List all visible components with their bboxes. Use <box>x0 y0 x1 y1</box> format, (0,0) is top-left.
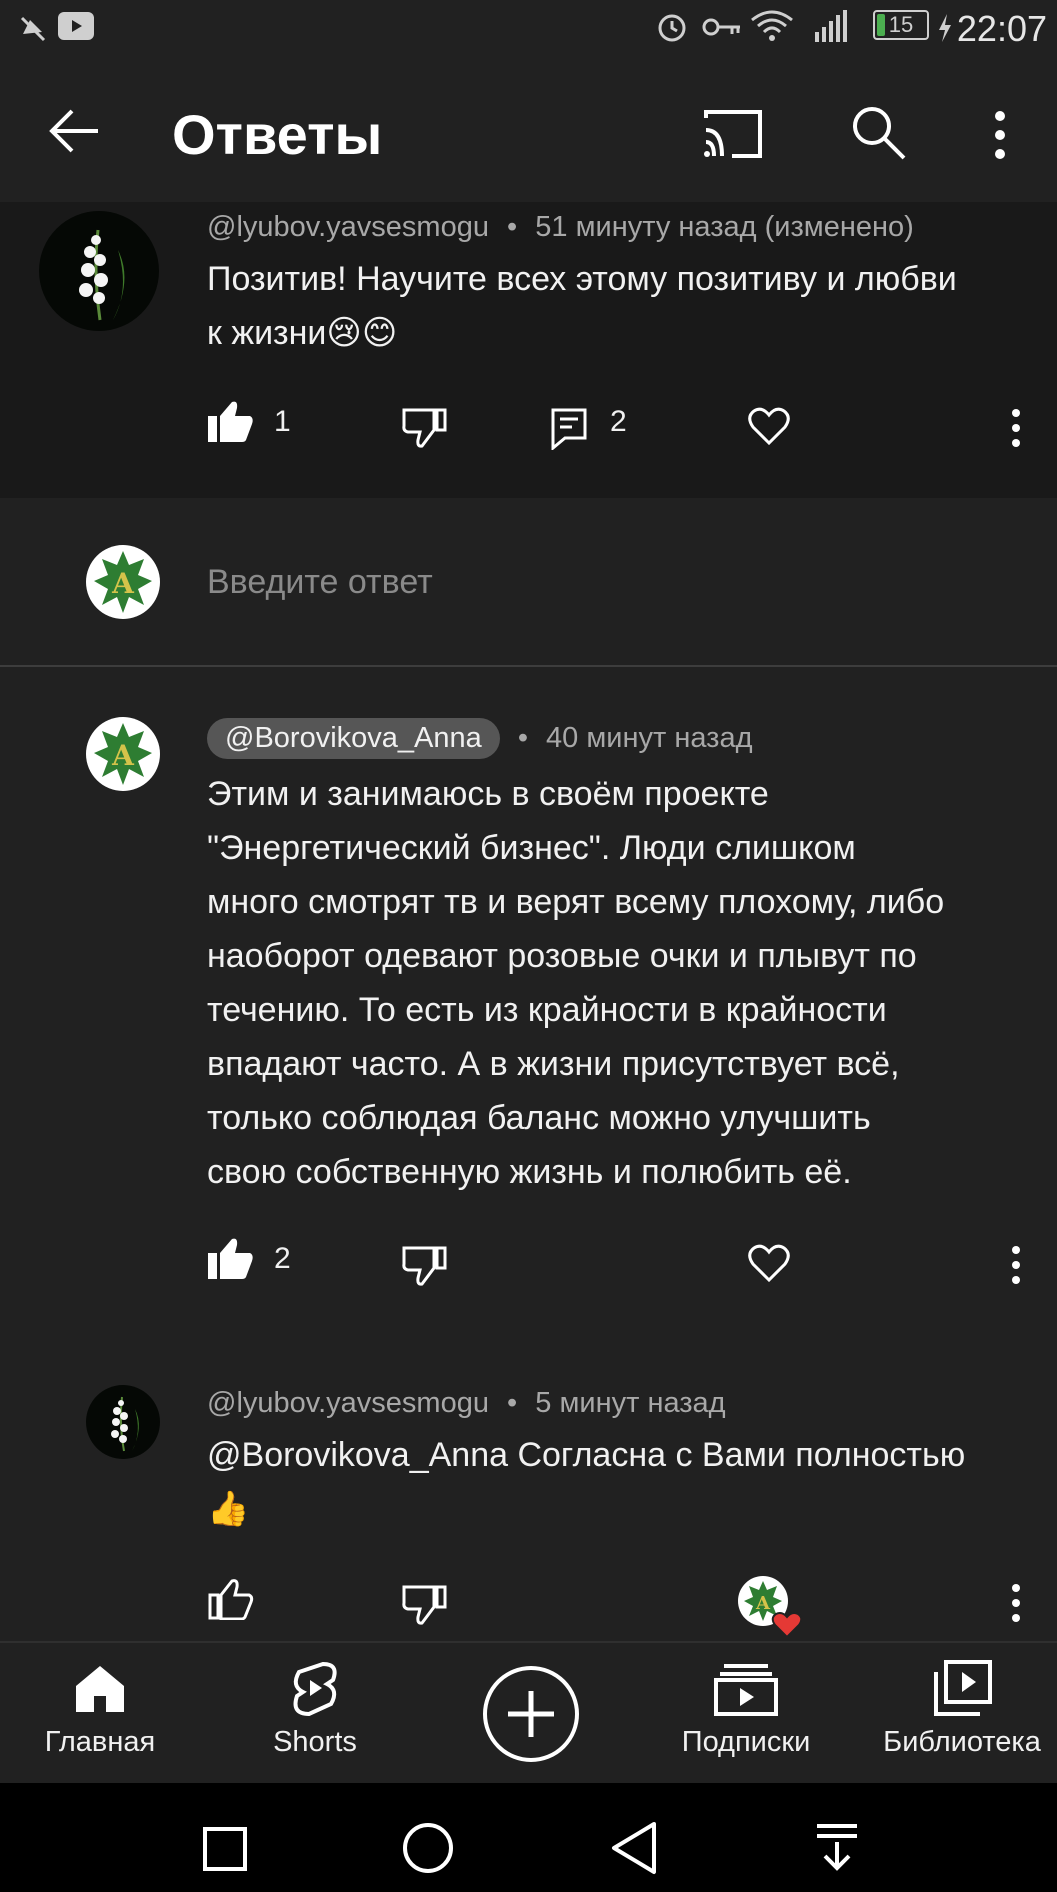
like-count: 2 <box>274 1242 291 1275</box>
like-button[interactable] <box>208 1578 254 1620</box>
reply-text: @Borovikova_Anna Согласна с Вами полност… <box>207 1428 965 1536</box>
nav-item-library[interactable]: Библиотека <box>862 1660 1057 1759</box>
nav-item-home[interactable]: Главная <box>0 1660 200 1759</box>
status-time: 22:07 <box>956 8 1047 49</box>
reply-more-icon[interactable] <box>1010 1583 1022 1623</box>
nav-label: Подписки <box>681 1726 811 1758</box>
charging-icon <box>937 14 953 42</box>
nav-label: Библиотека <box>883 1726 1041 1758</box>
shorts-icon <box>287 1660 343 1716</box>
notification-pull-icon[interactable] <box>815 1822 859 1872</box>
nav-label: Главная <box>44 1726 156 1758</box>
like-button[interactable] <box>208 1237 254 1279</box>
heart-icon[interactable] <box>748 1244 790 1282</box>
battery-level: 15 <box>888 12 914 37</box>
meta-separator: • <box>507 1387 518 1419</box>
meta-separator: • <box>507 211 518 243</box>
dislike-button[interactable] <box>402 406 448 448</box>
reply-avatar[interactable]: A <box>86 717 160 791</box>
svg-text:A: A <box>755 1593 771 1614</box>
reply-meta: @lyubov.yavsesmogu • 5 минут назад <box>207 1387 726 1420</box>
nav-label: Shorts <box>273 1726 357 1758</box>
wifi-icon <box>750 10 794 42</box>
nav-item-shorts[interactable]: Shorts <box>215 1660 415 1759</box>
alarm-icon <box>655 10 689 44</box>
creator-heart-badge: A <box>737 1575 805 1639</box>
comment-more-icon[interactable] <box>1010 408 1022 448</box>
create-icon[interactable] <box>482 1665 580 1763</box>
comment-meta: @lyubov.yavsesmogu • 51 минуту назад (из… <box>207 211 914 244</box>
reply-input[interactable]: Введите ответ <box>207 563 433 602</box>
library-icon <box>932 1660 992 1716</box>
system-nav-bar <box>0 1783 1057 1892</box>
reply-text-line: @Borovikova_Anna Согласна с Вами полност… <box>207 1436 966 1474</box>
comment-time: 51 минуту назад (изменено) <box>535 211 914 243</box>
author-chip[interactable]: @Borovikova_Anna <box>207 718 500 759</box>
svg-text:A: A <box>111 567 135 600</box>
key-icon <box>702 14 742 40</box>
reply-more-icon[interactable] <box>1010 1245 1022 1285</box>
reply-text: Этим и занимаюсь в своём проекте "Энерге… <box>207 767 944 1199</box>
emoji: 😢😊 <box>326 314 398 352</box>
reply-time: 40 минут назад <box>546 722 753 754</box>
reply-time: 5 минут назад <box>535 1387 726 1419</box>
status-bar: 15 22:07 <box>0 0 1057 62</box>
like-button[interactable] <box>208 400 254 442</box>
recents-icon[interactable] <box>202 1826 248 1872</box>
subscriptions-icon <box>714 1660 778 1716</box>
battery-icon: 15 <box>873 10 929 40</box>
reply-count: 2 <box>610 405 627 438</box>
nav-item-subscriptions[interactable]: Подписки <box>646 1660 846 1759</box>
youtube-icon <box>58 12 94 40</box>
reply-text-line: наоборот одевают розовые очки и плывут п… <box>207 937 917 975</box>
reply-text-line: "Энергетический бизнес". Люди слишком <box>207 829 856 867</box>
page-title: Ответы <box>172 103 383 166</box>
reply-text-line: только соблюдая баланс можно улучшить <box>207 1099 871 1137</box>
heart-icon[interactable] <box>748 407 790 445</box>
home-circle-icon[interactable] <box>402 1822 454 1874</box>
svg-text:A: A <box>111 739 135 772</box>
reply-text-line: свою собственную жизнь и полюбить её. <box>207 1153 852 1191</box>
mute-icon <box>18 14 48 44</box>
reply-text-line: впадают часто. А в жизни присутствует вс… <box>207 1045 900 1083</box>
comment-text-line: Позитив! Научите всех этому позитиву и л… <box>207 260 957 298</box>
reply-comment-icon[interactable] <box>551 408 587 450</box>
search-icon[interactable] <box>850 104 906 160</box>
like-count: 1 <box>274 405 291 438</box>
emoji: 👍 <box>207 1490 250 1528</box>
reply-text-line: Этим и занимаюсь в своём проекте <box>207 775 769 813</box>
cast-icon[interactable] <box>702 108 764 160</box>
meta-separator: • <box>517 722 528 754</box>
author-avatar-lily[interactable] <box>38 210 160 332</box>
more-vert-icon[interactable] <box>992 110 1008 160</box>
home-icon <box>72 1660 128 1716</box>
signal-icon <box>815 10 849 42</box>
reply-meta: @Borovikova_Anna • 40 минут назад <box>207 718 753 759</box>
back-arrow-icon[interactable] <box>46 105 104 157</box>
reply-avatar-lily[interactable] <box>86 1385 160 1459</box>
dislike-button[interactable] <box>402 1244 448 1286</box>
user-avatar: A <box>86 545 160 619</box>
reply-text-line: течению. То есть из крайности в крайност… <box>207 991 887 1029</box>
reply-author[interactable]: @lyubov.yavsesmogu <box>207 1387 489 1419</box>
divider <box>0 665 1057 667</box>
comment-author[interactable]: @lyubov.yavsesmogu <box>207 211 489 243</box>
dislike-button[interactable] <box>402 1583 448 1625</box>
comment-text: Позитив! Научите всех этому позитиву и л… <box>207 252 957 360</box>
comment-text-line: к жизни <box>207 314 327 352</box>
back-triangle-icon[interactable] <box>608 1820 658 1876</box>
reply-text-line: много смотрят тв и верят всему плохому, … <box>207 883 945 921</box>
